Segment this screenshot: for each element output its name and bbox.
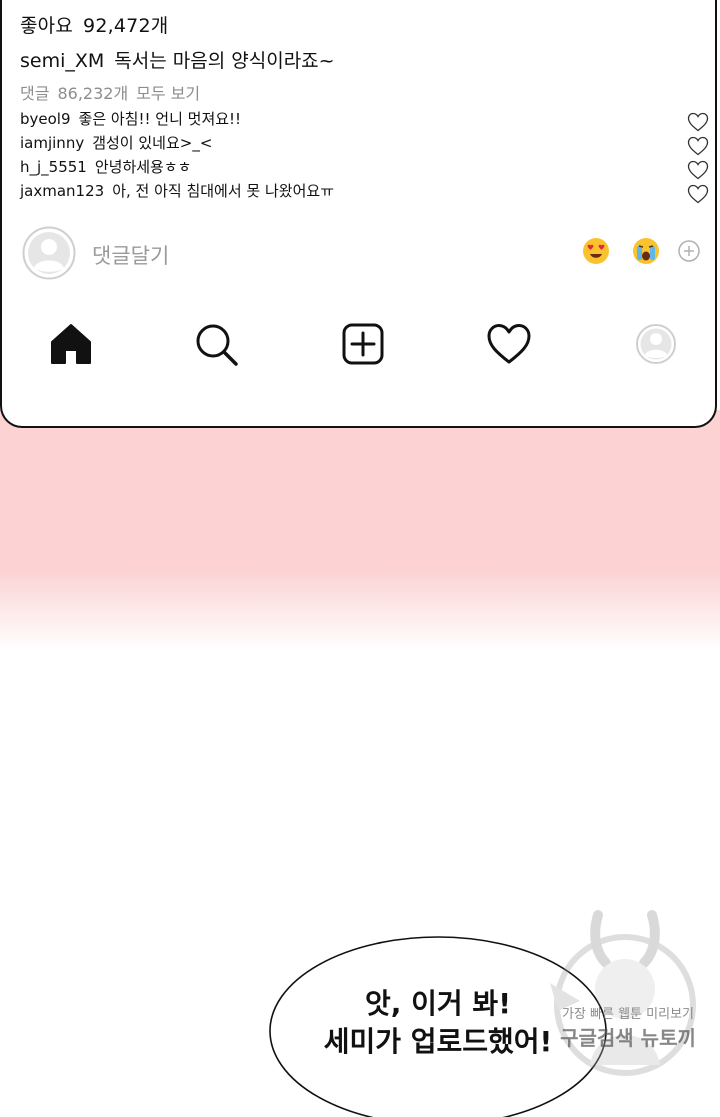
profile-avatar-icon[interactable]: [632, 320, 680, 368]
post-caption: semi_XM 독서는 마음의 양식이라죠~: [20, 46, 335, 73]
add-comment-input[interactable]: 댓글달기: [92, 240, 169, 270]
caption-author[interactable]: semi_XM: [20, 50, 104, 72]
heart-eyes-emoji-icon[interactable]: [581, 236, 611, 266]
comment-item: jaxman123 아, 전 아직 침대에서 못 나왔어요ㅠ: [20, 180, 710, 204]
comment-like-heart-icon[interactable]: [686, 110, 710, 134]
likes-label: 좋아요: [20, 15, 74, 37]
comment-item: iamjinny 갬성이 있네요>_<: [20, 132, 710, 156]
likes-count[interactable]: 좋아요 92,472개: [20, 11, 168, 38]
comment-like-heart-icon[interactable]: [686, 182, 710, 206]
comment-item: h_j_5551 안녕하세용ㅎㅎ: [20, 156, 710, 180]
comment-text: 아, 전 아직 침대에서 못 나왔어요ㅠ: [112, 182, 334, 200]
comment-text: 좋은 아침!! 언니 멋져요!!: [78, 110, 242, 128]
comments-label: 댓글: [20, 84, 50, 103]
watermark-mascot-icon: [550, 910, 696, 1076]
comment-username[interactable]: h_j_5551: [20, 158, 87, 176]
comment-list: byeol9 좋은 아침!! 언니 멋져요!! iamjinny 갬성이 있네요>_…: [20, 108, 710, 204]
view-all-comments-link[interactable]: 댓글 86,232개 모두 보기: [20, 80, 200, 104]
home-icon[interactable]: [47, 320, 95, 368]
comment-like-heart-icon[interactable]: [686, 134, 710, 158]
crying-emoji-icon[interactable]: [631, 236, 661, 266]
comment-item: byeol9 좋은 아침!! 언니 멋져요!!: [20, 108, 710, 132]
comment-username[interactable]: byeol9: [20, 110, 71, 128]
view-all-label: 모두 보기: [136, 84, 201, 103]
comment-username[interactable]: jaxman123: [20, 182, 104, 200]
add-comment-row: 댓글달기: [22, 226, 702, 282]
user-avatar-icon: [22, 226, 76, 280]
activity-heart-icon[interactable]: [485, 320, 533, 368]
search-icon[interactable]: [192, 320, 240, 368]
comment-username[interactable]: iamjinny: [20, 134, 84, 152]
comment-like-heart-icon[interactable]: [686, 158, 710, 182]
add-post-icon[interactable]: [339, 320, 387, 368]
likes-number: 92,472개: [83, 15, 169, 37]
phone-post-card: 좋아요 92,472개 semi_XM 독서는 마음의 양식이라죠~ 댓글 86,23…: [0, 0, 717, 428]
comments-count: 86,232개: [57, 84, 129, 103]
watermark-text-line-2: 구글검색 뉴토끼: [560, 1026, 696, 1050]
bottom-tab-bar: [2, 320, 719, 370]
caption-text: 독서는 마음의 양식이라죠~: [114, 50, 335, 72]
comment-text: 갬성이 있네요>_<: [92, 134, 213, 152]
pink-background-band: [0, 410, 720, 650]
watermark-text-line-1: 가장 빠른 웹툰 미리보기: [562, 1007, 694, 1022]
plus-circle-icon[interactable]: [677, 239, 701, 263]
comment-text: 안녕하세용ㅎㅎ: [94, 158, 192, 176]
